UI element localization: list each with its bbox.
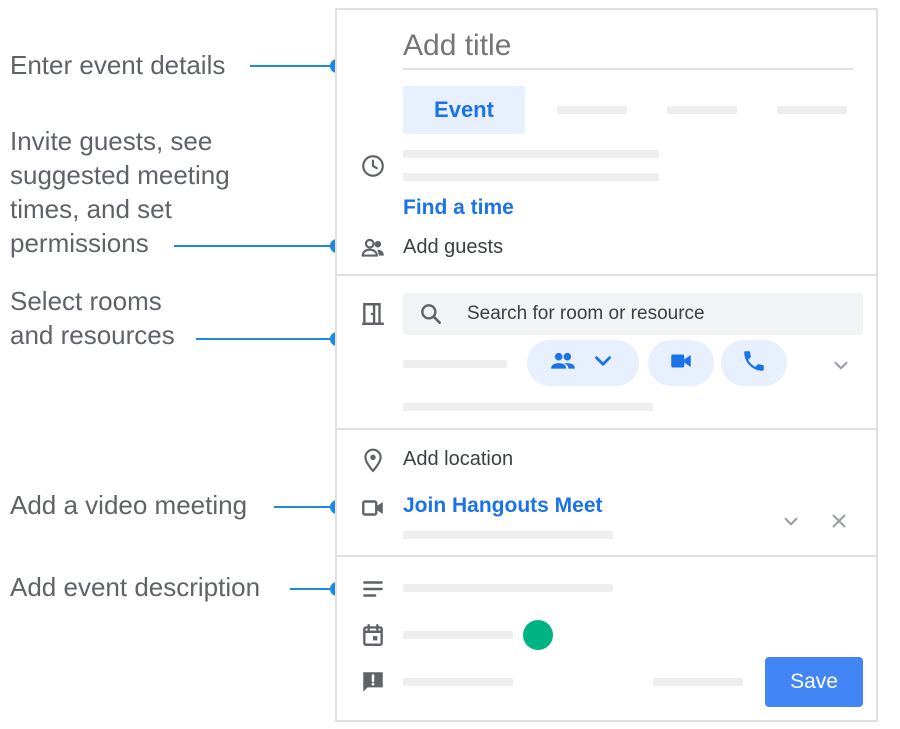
resource-placeholder bbox=[403, 360, 507, 368]
time-placeholder[interactable] bbox=[403, 173, 659, 181]
feedback-icon bbox=[359, 668, 387, 696]
close-icon[interactable] bbox=[825, 507, 853, 535]
event-color-swatch[interactable] bbox=[523, 620, 553, 650]
callout-rooms-resources: Select rooms and resources bbox=[10, 286, 175, 350]
group-icon bbox=[550, 348, 576, 379]
callout-invite-guests: Invite guests, see suggested meeting tim… bbox=[10, 126, 230, 258]
callout-video-meeting: Add a video meeting bbox=[10, 490, 248, 520]
description-placeholder[interactable] bbox=[403, 584, 613, 592]
tab-event[interactable]: Event bbox=[403, 86, 525, 134]
chevron-down-icon bbox=[590, 348, 616, 379]
title-input[interactable] bbox=[403, 24, 853, 70]
room-search-box[interactable] bbox=[403, 293, 863, 335]
tab-placeholder[interactable] bbox=[667, 106, 737, 114]
resource-placeholder bbox=[403, 403, 653, 411]
video-icon bbox=[668, 348, 694, 379]
clock-icon bbox=[359, 152, 387, 180]
search-icon bbox=[417, 300, 445, 328]
section-divider bbox=[337, 555, 876, 557]
video-pill[interactable] bbox=[648, 340, 714, 386]
event-form-panel: Event Find a time Add guests bbox=[335, 8, 878, 722]
leader-line bbox=[250, 65, 336, 67]
leader-line bbox=[196, 338, 336, 340]
visibility-placeholder[interactable] bbox=[653, 678, 743, 686]
find-a-time-link[interactable]: Find a time bbox=[403, 196, 514, 220]
video-icon bbox=[359, 494, 387, 522]
tab-placeholder[interactable] bbox=[777, 106, 847, 114]
room-search-input[interactable] bbox=[465, 302, 849, 326]
leader-line bbox=[174, 245, 336, 247]
leader-line bbox=[274, 506, 336, 508]
join-hangouts-meet-link[interactable]: Join Hangouts Meet bbox=[403, 494, 603, 518]
phone-icon bbox=[741, 348, 767, 379]
description-icon bbox=[359, 575, 387, 603]
guest-permissions-pill[interactable] bbox=[527, 340, 639, 386]
section-divider bbox=[337, 274, 876, 276]
tab-placeholder[interactable] bbox=[557, 106, 627, 114]
chevron-down-icon[interactable] bbox=[777, 507, 805, 535]
callout-event-description: Add event description bbox=[10, 572, 261, 602]
save-button[interactable]: Save bbox=[765, 657, 863, 707]
add-location-field[interactable]: Add location bbox=[403, 448, 513, 471]
location-icon bbox=[359, 446, 387, 474]
calendar-icon bbox=[359, 621, 387, 649]
people-icon bbox=[359, 234, 387, 262]
visibility-placeholder[interactable] bbox=[403, 678, 513, 686]
phone-pill[interactable] bbox=[721, 340, 787, 386]
section-divider bbox=[337, 428, 876, 430]
date-placeholder[interactable] bbox=[403, 150, 659, 158]
calendar-placeholder[interactable] bbox=[403, 631, 513, 639]
add-guests-field[interactable]: Add guests bbox=[403, 236, 503, 259]
meet-info-placeholder bbox=[403, 531, 613, 539]
callout-event-details: Enter event details bbox=[10, 50, 226, 80]
chevron-down-icon[interactable] bbox=[827, 351, 855, 379]
door-icon bbox=[359, 300, 387, 328]
